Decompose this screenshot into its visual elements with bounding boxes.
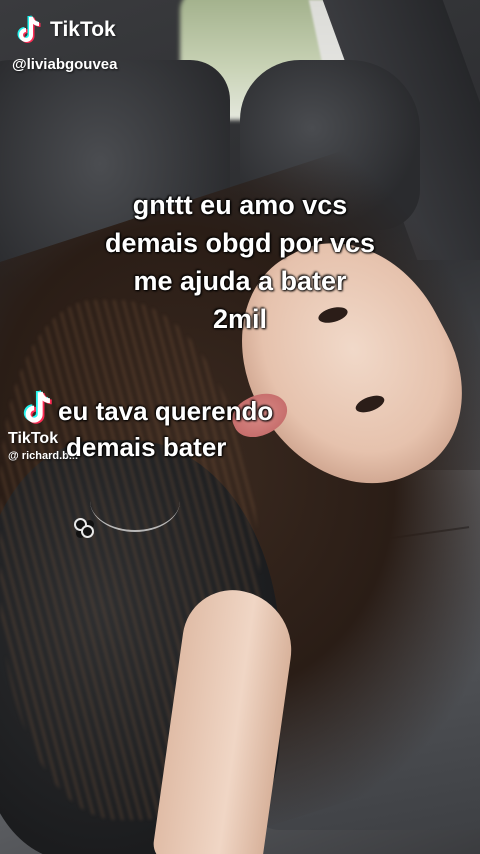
caption-line: me ajuda a bater [133, 266, 347, 296]
caption-line: 2mil [212, 304, 268, 334]
tiktok-logo-icon [17, 15, 41, 43]
necklace-chain [90, 470, 180, 532]
inner-video-caption: eu tava querendo demais bater [58, 393, 273, 465]
overlay-caption: gnttt eu amo vcs demais obgd por vcs me … [40, 186, 440, 338]
caption-line: gnttt eu amo vcs [132, 190, 348, 220]
tiktok-brand-label: TikTok [50, 18, 116, 41]
inner-caption-line: demais bater [66, 432, 227, 462]
inner-tiktok-brand-label: TikTok [8, 430, 59, 447]
inner-caption-line: eu tava querendo [58, 396, 274, 426]
tiktok-logo-icon [23, 390, 52, 424]
caption-line: demais obgd por vcs [104, 228, 376, 258]
tiktok-watermark: TikTok [16, 14, 116, 46]
clover-pendant-icon [74, 518, 94, 538]
creator-handle: @liviabgouvea [12, 56, 118, 73]
